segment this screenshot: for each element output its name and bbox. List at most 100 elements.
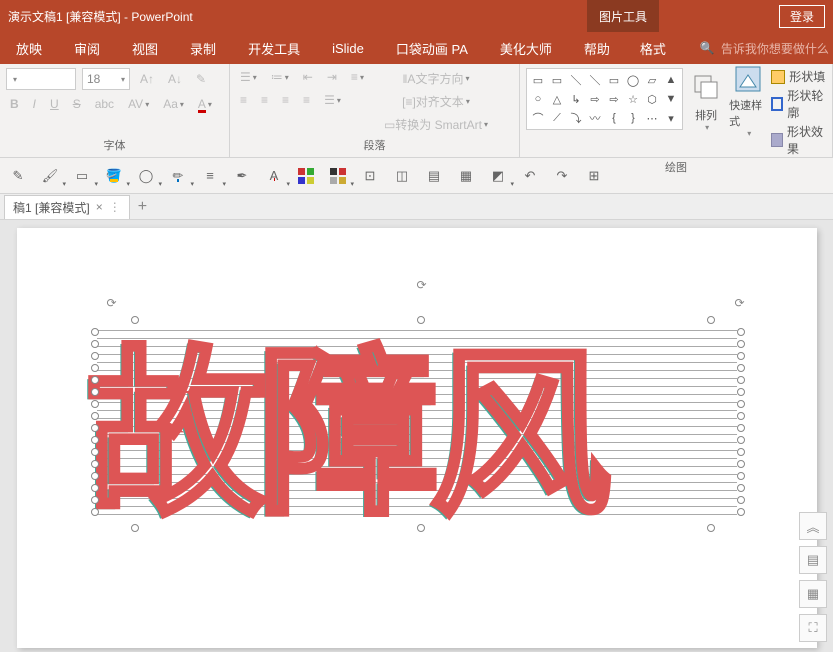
context-tool-tab[interactable]: 图片工具 <box>587 0 659 32</box>
convert-smartart-button[interactable]: ▭ 转换为 SmartArt▾ <box>380 114 492 135</box>
shape-line2-icon[interactable]: ＼ <box>587 72 603 88</box>
rotate-handle-icon[interactable]: ⟳ <box>735 296 749 310</box>
bold-button[interactable]: B <box>6 95 23 113</box>
tab-format[interactable]: 格式 <box>626 32 680 64</box>
shape-rect-icon[interactable]: ▭ <box>530 72 546 88</box>
quick-styles-button[interactable]: 快速样式 ▾ <box>729 68 767 134</box>
line-weight-icon[interactable]: ≡▾ <box>198 164 222 188</box>
shape-arc-icon[interactable]: ⟋ <box>549 110 565 126</box>
rotate-handle-icon[interactable]: ⟳ <box>107 296 121 310</box>
tab-review[interactable]: 审阅 <box>58 32 116 64</box>
placeholder-icon[interactable]: ▦ <box>454 164 478 188</box>
layout-icon[interactable]: ▦ <box>799 580 827 608</box>
collapse-up-icon[interactable]: ︽ <box>799 512 827 540</box>
font-size-select[interactable]: 18▾ <box>82 68 130 90</box>
text-color-icon[interactable]: A▾ <box>262 164 286 188</box>
shape-conn-icon[interactable]: ⤵ <box>568 110 584 126</box>
strike-button[interactable]: S <box>69 95 85 113</box>
shape-more-icon[interactable]: ▾ <box>663 110 679 126</box>
shape-fill-button[interactable]: 形状填 <box>771 68 826 85</box>
shape-brace-r-icon[interactable]: } <box>625 110 641 126</box>
bring-front-icon[interactable]: ◩▾ <box>486 164 510 188</box>
tab-view[interactable]: 视图 <box>116 32 174 64</box>
shape-star-icon[interactable]: ☆ <box>625 91 641 107</box>
close-icon[interactable]: × <box>96 200 103 214</box>
shape-insert-icon[interactable]: ▭▾ <box>70 164 94 188</box>
shape-arrow-icon[interactable]: ⇨ <box>587 91 603 107</box>
numbering-button[interactable]: ≔▾ <box>267 68 293 86</box>
shape-wave-icon[interactable]: 〰 <box>587 110 603 126</box>
align-text-button[interactable]: [≡] 对齐文本▾ <box>380 91 492 112</box>
eyedropper2-icon[interactable]: ✒ <box>230 164 254 188</box>
shape-elbow-icon[interactable]: ↳ <box>568 91 584 107</box>
document-tab[interactable]: 稿1 [兼容模式] × ⋮ <box>4 195 130 219</box>
tab-slideshow[interactable]: 放映 <box>0 32 58 64</box>
fit-icon[interactable]: ⛶ <box>799 614 827 642</box>
align-left-button[interactable]: ≡ <box>236 91 251 109</box>
word-art-object[interactable]: 故障风 故障风 故障风 ⟳ ⟳ ⟳ <box>87 288 747 568</box>
indent-dec-button[interactable]: ⇤ <box>299 68 317 86</box>
rotate-left-icon[interactable]: ↶ <box>518 164 542 188</box>
shape-rect4-icon[interactable]: ▱ <box>644 72 660 88</box>
size-icon[interactable]: ⊞ <box>582 164 606 188</box>
shadow-button[interactable]: abc <box>91 95 118 113</box>
shape-effect-button[interactable]: 形状效果 <box>771 123 826 157</box>
indent-inc-button[interactable]: ⇥ <box>323 68 341 86</box>
shape-oval-icon[interactable]: ◯ <box>625 72 641 88</box>
outline-pen-icon[interactable]: ✏▾ <box>166 164 190 188</box>
justify-button[interactable]: ≡ <box>299 91 314 109</box>
eyedropper-icon[interactable]: ✎ <box>6 164 30 188</box>
align-center-button[interactable]: ≡ <box>257 91 272 109</box>
shape-hex-icon[interactable]: ⬡ <box>644 91 660 107</box>
arrange-button[interactable]: 排列 ▾ <box>687 68 725 134</box>
group-icon[interactable]: ⊡ <box>358 164 382 188</box>
login-button[interactable]: 登录 <box>779 5 825 28</box>
distribute-icon[interactable]: ▤ <box>422 164 446 188</box>
shape-line-icon[interactable]: ＼ <box>568 72 584 88</box>
shape-tri-icon[interactable]: △ <box>549 91 565 107</box>
shapes-gallery[interactable]: ▭ ▭ ＼ ＼ ▭ ◯ ▱ ▲ ○ △ ↳ ⇨ ⇨ ☆ ⬡ ▼ ⌒ ⟋ ⤵ 〰 <box>526 68 683 130</box>
rotate-right-icon[interactable]: ↷ <box>550 164 574 188</box>
text-direction-button[interactable]: ‖A 文字方向▾ <box>380 68 492 89</box>
add-tab-button[interactable]: + <box>130 198 155 216</box>
tab-beautify[interactable]: 美化大师 <box>484 32 568 64</box>
clear-format-icon[interactable]: ✎ <box>192 70 210 88</box>
line-spacing-button[interactable]: ≡▾ <box>347 68 368 86</box>
italic-button[interactable]: I <box>29 95 40 113</box>
font-name-select[interactable]: ▾ <box>6 68 76 90</box>
fill-bucket-icon[interactable]: 🪣▾ <box>102 164 126 188</box>
format-painter-icon[interactable]: 🖌▾ <box>38 164 62 188</box>
shape-more1-icon[interactable]: ⋯ <box>644 110 660 126</box>
align-icon[interactable]: ◫ <box>390 164 414 188</box>
slide[interactable]: 故障风 故障风 故障风 ⟳ ⟳ ⟳ <box>17 228 817 648</box>
shape-up-icon[interactable]: ▲ <box>663 72 679 88</box>
shape-arrow2-icon[interactable]: ⇨ <box>606 91 622 107</box>
tab-record[interactable]: 录制 <box>174 32 232 64</box>
tab-pocket-anim[interactable]: 口袋动画 PA <box>380 32 484 64</box>
rotate-handle-icon[interactable]: ⟳ <box>417 278 431 292</box>
tab-developer[interactable]: 开发工具 <box>232 32 316 64</box>
spacing-button[interactable]: AV▾ <box>124 95 153 113</box>
case-button[interactable]: Aa▾ <box>159 95 188 113</box>
tell-me-search[interactable]: 🔍 告诉我你想要做什么 <box>700 40 829 57</box>
shape-rect3-icon[interactable]: ▭ <box>606 72 622 88</box>
underline-button[interactable]: U <box>46 95 63 113</box>
columns-button[interactable]: ☰▾ <box>320 91 345 109</box>
font-color-button[interactable]: A▾ <box>194 95 216 113</box>
decrease-font-icon[interactable]: A↓ <box>164 70 186 88</box>
increase-font-icon[interactable]: A↑ <box>136 70 158 88</box>
shape-circle-icon[interactable]: ◯▾ <box>134 164 158 188</box>
shape-outline-button[interactable]: 形状轮廓 <box>771 87 826 121</box>
align-right-button[interactable]: ≡ <box>278 91 293 109</box>
tab-islide[interactable]: iSlide <box>316 32 380 64</box>
tab-help[interactable]: 帮助 <box>568 32 626 64</box>
shape-brace-l-icon[interactable]: { <box>606 110 622 126</box>
theme-color-icon[interactable]: ▾ <box>326 164 350 188</box>
shape-curve-icon[interactable]: ⌒ <box>530 110 546 126</box>
bullets-button[interactable]: ☰▾ <box>236 68 261 86</box>
color-grid-icon[interactable] <box>294 164 318 188</box>
shape-rect2-icon[interactable]: ▭ <box>549 72 565 88</box>
shape-dn-icon[interactable]: ▼ <box>663 91 679 107</box>
tab-menu-icon[interactable]: ⋮ <box>109 200 121 214</box>
shape-circle-icon[interactable]: ○ <box>530 91 546 107</box>
